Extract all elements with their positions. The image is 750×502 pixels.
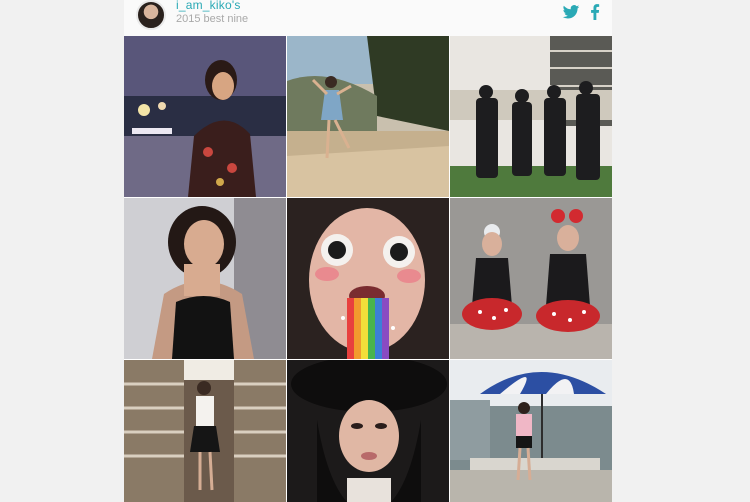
photo-night-harbor-portrait[interactable] [124, 36, 286, 197]
photo-minnie-costume-pair[interactable] [450, 198, 612, 359]
photo-bookstore-pose[interactable] [124, 360, 286, 502]
profile-username[interactable]: i_am_kiko's [176, 0, 241, 12]
photo-umbrella-table-pose[interactable] [450, 360, 612, 502]
photo-black-top-portrait[interactable] [124, 198, 286, 359]
photo-hat-portrait[interactable] [287, 360, 449, 502]
facebook-icon[interactable] [590, 4, 600, 20]
profile-avatar[interactable] [136, 0, 166, 30]
post-subtitle: 2015 best nine [176, 13, 249, 25]
post-header: i_am_kiko's 2015 best nine [124, 0, 612, 36]
photo-group-black-outfits[interactable] [450, 36, 612, 197]
share-icons [562, 4, 600, 20]
post-card: i_am_kiko's 2015 best nine [124, 0, 612, 502]
photo-rainbow-filter-closeup[interactable] [287, 198, 449, 359]
photo-outdoor-pose-dress[interactable] [287, 36, 449, 197]
twitter-icon[interactable] [562, 4, 580, 20]
best-nine-grid [124, 36, 612, 502]
